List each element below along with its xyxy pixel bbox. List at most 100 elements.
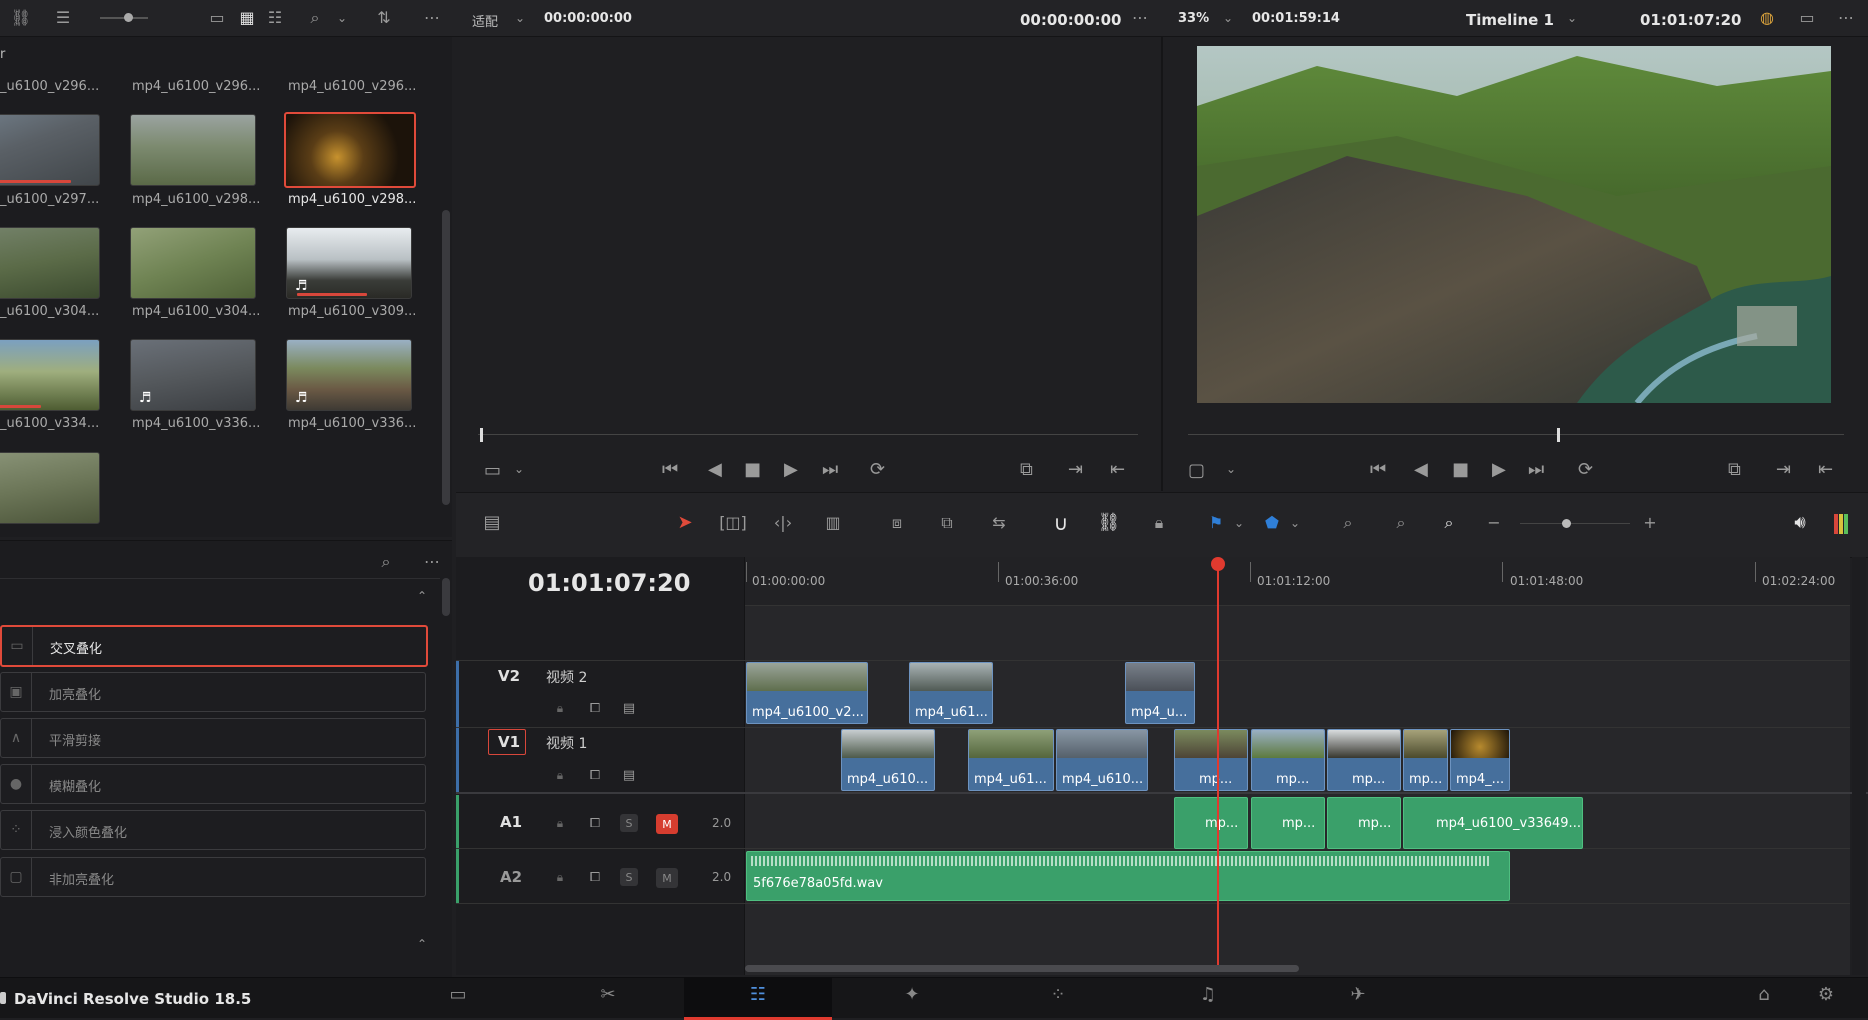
collapse-icon[interactable]: ⌃ [412,586,432,606]
grid-view-icon[interactable]: ▦ [236,8,258,28]
audio-clip[interactable]: mp... [1251,797,1325,849]
video-clip[interactable]: mp... [1327,729,1401,791]
play-reverse-icon[interactable]: ◀ [708,459,722,480]
zoom-detail-icon[interactable]: ⌕ [1384,512,1418,534]
lock-icon[interactable]: 🔒︎ [552,700,568,716]
position-lock-icon[interactable]: 🔒︎ [1148,512,1170,534]
timeline-hscroll[interactable] [745,965,1299,972]
linked-selection-icon[interactable]: ⛓ [1098,512,1121,534]
cut-page-icon[interactable]: ✂ [588,978,628,1010]
transition-dip-to-color[interactable]: ⁘ 浸入颜色叠化 [0,810,426,850]
zoom-custom-icon[interactable]: ⌕ [1430,512,1468,534]
chevron-down-icon[interactable]: ⌄ [1220,8,1236,28]
track-v1-name[interactable]: 视频 1 [546,733,587,753]
media-pool-scrollbar[interactable] [442,210,450,505]
program-scrub-bar[interactable] [1188,434,1844,435]
audio-clip[interactable]: mp... [1327,797,1401,849]
more-options-icon[interactable]: ⋯ [1128,8,1152,28]
mark-in-icon[interactable]: ⇥ [1068,459,1083,480]
play-icon[interactable]: ▶ [1492,459,1506,480]
audio-meter-icon[interactable] [1834,514,1848,534]
color-wheel-icon[interactable]: ◍ [1756,8,1778,28]
lock-icon[interactable]: 🔒︎ [552,815,568,831]
video-clip[interactable]: mp... [1403,729,1448,791]
search-icon[interactable]: ⌕ [304,8,326,28]
video-clip[interactable]: mp4_u610... [841,729,935,791]
source-scrub-bar[interactable] [478,434,1138,435]
clip-thumbnail[interactable]: ♬ [286,339,412,411]
home-icon[interactable]: ⌂ [1744,978,1784,1010]
video-clip[interactable]: mp... [1174,729,1248,791]
transition-non-additive-dissolve[interactable]: ▢ 非加亮叠化 [0,857,426,897]
match-frame-icon[interactable]: ⧉ [1020,459,1033,480]
auto-select-icon[interactable]: ⧠ [584,700,606,716]
loop-icon[interactable]: ⟳ [870,459,885,480]
media-page-icon[interactable]: ▭ [438,978,478,1010]
metadata-icon[interactable]: ☰ [52,8,74,28]
go-to-start-icon[interactable]: ⏮ [1370,459,1386,480]
zoom-dropdown[interactable]: 33% [1178,11,1209,26]
clip-thumbnail[interactable] [0,114,100,186]
zoom-full-icon[interactable]: ⌕ [1330,512,1366,534]
link-icon[interactable]: ⛓ [10,8,32,28]
zoom-in-icon[interactable]: + [1642,512,1658,534]
timeline-zoom-slider[interactable] [1520,523,1630,524]
track-visibility-icon[interactable]: ▤ [618,767,640,783]
volume-icon[interactable]: 🔊︎ [1788,512,1812,534]
program-playhead-handle[interactable] [1557,428,1560,442]
mute-button[interactable]: M [656,814,678,834]
go-to-end-icon[interactable]: ⏭ [822,459,838,480]
more-options-icon[interactable]: ⋯ [420,550,444,574]
track-v2-name[interactable]: 视频 2 [546,667,587,687]
mark-in-icon[interactable]: ⇥ [1776,459,1791,480]
video-clip[interactable]: mp4_... [1450,729,1510,791]
loop-icon[interactable]: ⟳ [1578,459,1593,480]
transition-cross-dissolve[interactable]: ▭ 交叉叠化 [0,625,428,667]
audio-clip[interactable]: mp4_u6100_v33649... [1403,797,1583,849]
timeline-name-dropdown[interactable]: Timeline 1 [1466,11,1554,29]
blade-tool-icon[interactable]: ▥ [818,512,848,534]
chevron-down-icon[interactable]: ⌄ [514,462,524,476]
chevron-down-icon[interactable]: ⌄ [512,8,528,28]
transition-blur-dissolve[interactable]: ● 模糊叠化 [0,764,426,804]
clip-thumbnail-selected[interactable] [284,112,416,188]
play-icon[interactable]: ▶ [784,459,798,480]
video-clip[interactable]: mp4_u6100_v2... [746,662,868,724]
auto-select-icon[interactable]: ⧠ [584,815,606,831]
edit-page-icon[interactable]: ☷ [738,978,778,1010]
replace-clip-icon[interactable]: ⇆ [980,512,1018,534]
viewer-mode-icon[interactable]: ▭ [1796,8,1818,28]
video-clip[interactable]: mp4_u61... [909,662,993,724]
video-clip[interactable]: mp4_u... [1125,662,1195,724]
lock-icon[interactable]: 🔒︎ [552,869,568,885]
clip-thumbnail[interactable] [130,114,256,186]
clip-thumbnail[interactable]: ♬ [130,339,256,411]
match-frame-icon[interactable]: ⧉ [1728,459,1741,480]
dynamic-trim-icon[interactable]: ‹|› [766,512,800,534]
fit-dropdown[interactable]: 适配 [472,11,498,30]
zoom-out-icon[interactable]: − [1486,512,1502,534]
chevron-down-icon[interactable]: ⌄ [1564,8,1580,28]
go-to-end-icon[interactable]: ⏭ [1528,459,1544,480]
settings-gear-icon[interactable]: ⚙ [1806,978,1846,1010]
chevron-down-icon[interactable]: ⌄ [1288,512,1302,534]
clip-thumbnail[interactable]: ♬ [286,227,412,299]
source-playhead-handle[interactable] [480,428,483,442]
stop-icon[interactable]: ■ [1452,459,1469,480]
chevron-down-icon[interactable]: ⌄ [1226,462,1236,476]
stop-icon[interactable]: ■ [744,459,761,480]
search-icon[interactable]: ⌕ [374,550,398,574]
solo-button[interactable]: S [620,868,638,886]
insert-clip-icon[interactable]: ⧈ [880,512,914,534]
effects-scrollbar[interactable] [442,578,450,616]
mute-button[interactable]: M [656,868,678,888]
list-view-icon[interactable]: ▭ [206,8,228,28]
selection-tool-icon[interactable]: ➤ [674,512,696,534]
flag-icon[interactable]: ⚑ [1206,512,1226,534]
audio-clip[interactable]: mp... [1174,797,1248,849]
trim-tool-icon[interactable]: [◫] [716,512,750,534]
fairlight-page-icon[interactable]: ♫ [1188,978,1228,1010]
more-options-icon[interactable]: ⋯ [420,8,444,28]
chevron-down-icon[interactable]: ⌄ [334,8,350,28]
timeline-zoom-handle[interactable] [1562,519,1571,528]
